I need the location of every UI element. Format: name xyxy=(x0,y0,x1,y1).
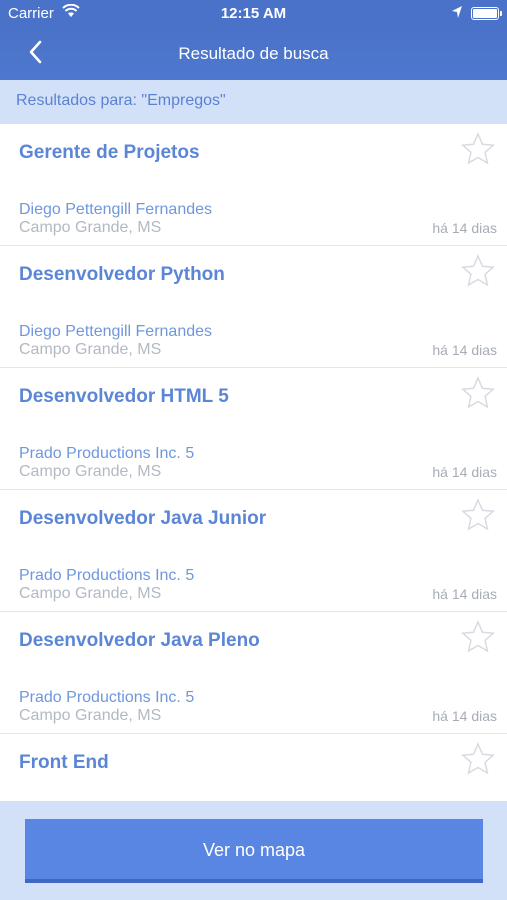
job-title[interactable]: Desenvolvedor Java Pleno xyxy=(19,630,260,652)
favorite-star-icon[interactable] xyxy=(460,742,496,776)
job-title[interactable]: Front End xyxy=(19,752,109,774)
job-row[interactable]: Front End xyxy=(0,734,507,801)
job-title[interactable]: Gerente de Projetos xyxy=(19,142,200,164)
job-company: Prado Productions Inc. 5 xyxy=(19,567,195,584)
navigation-bar: Resultado de busca xyxy=(0,28,507,80)
job-city: Campo Grande, MS xyxy=(19,707,162,724)
job-row[interactable]: Desenvolvedor Java Pleno Prado Productio… xyxy=(0,612,507,734)
favorite-star-icon[interactable] xyxy=(460,498,496,532)
job-age: há 14 dias xyxy=(432,464,497,480)
view-on-map-button[interactable]: Ver no mapa xyxy=(25,819,483,883)
job-city: Campo Grande, MS xyxy=(19,341,162,358)
location-arrow-icon xyxy=(451,5,463,23)
footer-bar: Ver no mapa xyxy=(0,801,507,900)
job-city: Campo Grande, MS xyxy=(19,585,162,602)
job-age: há 14 dias xyxy=(432,708,497,724)
favorite-star-icon[interactable] xyxy=(460,376,496,410)
job-company: Prado Productions Inc. 5 xyxy=(19,689,195,706)
job-title[interactable]: Desenvolvedor Java Junior xyxy=(19,508,266,530)
job-row[interactable]: Desenvolvedor HTML 5 Prado Productions I… xyxy=(0,368,507,490)
job-city: Campo Grande, MS xyxy=(19,463,162,480)
job-company: Diego Pettengill Fernandes xyxy=(19,323,213,340)
job-title[interactable]: Desenvolvedor HTML 5 xyxy=(19,386,229,408)
job-row[interactable]: Gerente de Projetos Diego Pettengill Fer… xyxy=(0,124,507,246)
results-for-label: Resultados para: "Empregos" xyxy=(0,80,507,124)
job-list[interactable]: Gerente de Projetos Diego Pettengill Fer… xyxy=(0,124,507,801)
clock: 12:15 AM xyxy=(220,5,287,22)
favorite-star-icon[interactable] xyxy=(460,132,496,166)
favorite-star-icon[interactable] xyxy=(460,620,496,654)
battery-tip-icon xyxy=(500,11,502,16)
page-title: Resultado de busca xyxy=(178,44,329,63)
favorite-star-icon[interactable] xyxy=(460,254,496,288)
job-title[interactable]: Desenvolvedor Python xyxy=(19,264,225,286)
job-city: Campo Grande, MS xyxy=(19,219,162,236)
job-row[interactable]: Desenvolvedor Java Junior Prado Producti… xyxy=(0,490,507,612)
job-company: Prado Productions Inc. 5 xyxy=(19,445,195,462)
job-age: há 14 dias xyxy=(432,220,497,236)
job-row[interactable]: Desenvolvedor Python Diego Pettengill Fe… xyxy=(0,246,507,368)
job-company: Diego Pettengill Fernandes xyxy=(19,201,213,218)
job-age: há 14 dias xyxy=(432,342,497,358)
job-age: há 14 dias xyxy=(432,586,497,602)
battery-icon xyxy=(471,7,499,20)
status-bar: Carrier 12:15 AM xyxy=(0,0,507,28)
